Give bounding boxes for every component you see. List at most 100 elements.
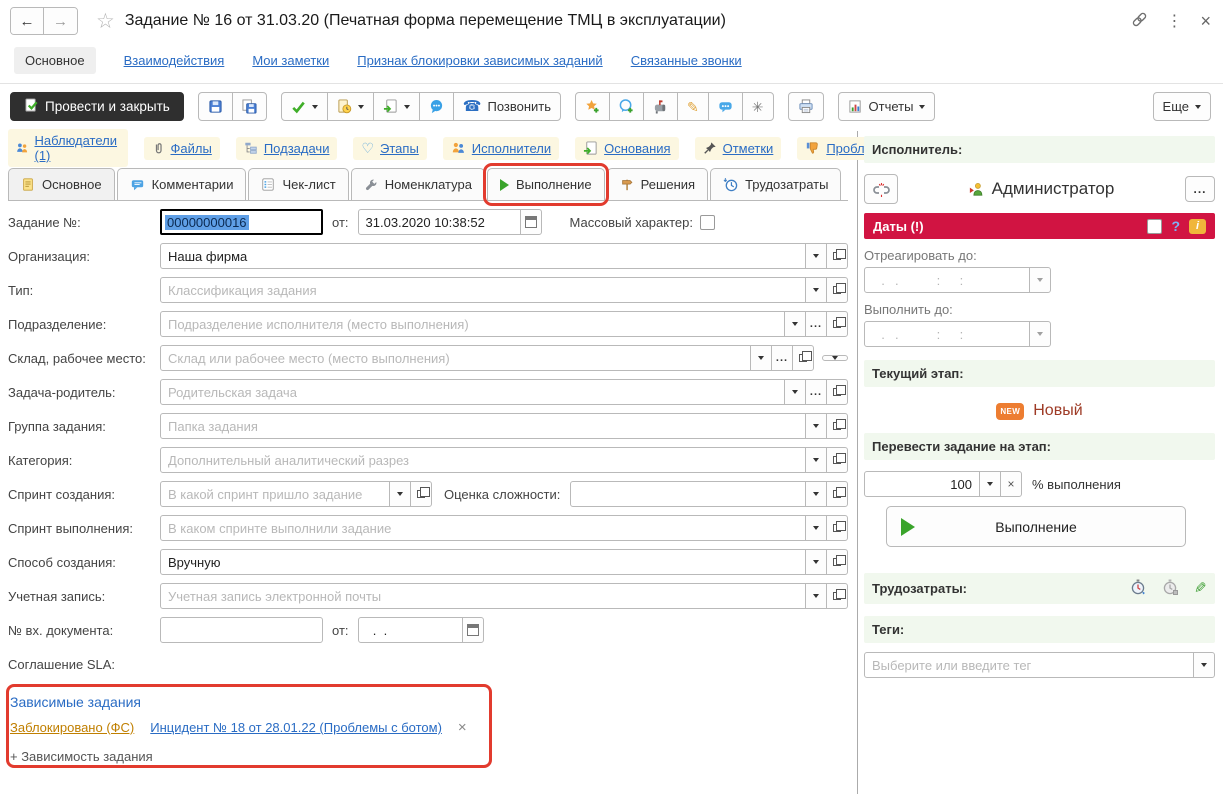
mailbox-icon-button[interactable]	[643, 92, 678, 121]
info-icon[interactable]: i	[1189, 219, 1206, 234]
start-timer-icon[interactable]	[1130, 579, 1146, 598]
task-date-input[interactable]	[358, 209, 521, 235]
parent-task-ellipsis-button[interactable]: ...	[805, 379, 827, 405]
more-actions-button[interactable]: Еще	[1153, 92, 1211, 121]
messages-button[interactable]	[708, 92, 743, 121]
post-and-close-button[interactable]: Провести и закрыть	[10, 92, 184, 121]
incoming-doc-number-input[interactable]	[160, 617, 323, 643]
print-button[interactable]	[788, 92, 824, 121]
mass-character-checkbox[interactable]	[700, 215, 715, 230]
stages-link[interactable]: ♡ Этапы	[353, 137, 426, 160]
warehouse-ellipsis-button[interactable]: ...	[771, 345, 793, 371]
react-until-dropdown-button[interactable]	[1029, 267, 1051, 293]
parent-task-input[interactable]	[160, 379, 785, 405]
complete-until-input[interactable]	[864, 321, 1030, 347]
react-until-input[interactable]	[864, 267, 1030, 293]
tab-checklist[interactable]: Чек-лист	[248, 168, 348, 200]
back-button[interactable]: ←	[11, 8, 44, 34]
department-ellipsis-button[interactable]: ...	[805, 311, 827, 337]
sprint-created-open-button[interactable]	[410, 481, 432, 507]
create-on-basis-dropdown-button[interactable]	[373, 92, 420, 121]
category-input[interactable]	[160, 447, 806, 473]
sprint-done-input[interactable]	[160, 515, 806, 541]
account-dropdown-button[interactable]	[805, 583, 827, 609]
creation-method-open-button[interactable]	[826, 549, 848, 575]
type-input[interactable]	[160, 277, 806, 303]
type-dropdown-button[interactable]	[805, 277, 827, 303]
org-dropdown-button[interactable]	[805, 243, 827, 269]
reports-button[interactable]: Отчеты	[838, 92, 936, 121]
sprint-created-dropdown-button[interactable]	[389, 481, 411, 507]
deadline-dropdown-button[interactable]	[327, 92, 374, 121]
add-favorite-button[interactable]	[575, 92, 610, 121]
account-open-button[interactable]	[826, 583, 848, 609]
nav-tab-my-notes[interactable]: Мои заметки	[252, 53, 329, 68]
watchers-link[interactable]: Наблюдатели (1)	[8, 129, 128, 167]
get-link-icon[interactable]	[1131, 11, 1148, 31]
dates-checkbox[interactable]	[1147, 219, 1162, 234]
execute-button[interactable]: Выполнение	[886, 506, 1186, 547]
task-date-calendar-button[interactable]	[520, 209, 542, 235]
warehouse-extra-dropdown-button[interactable]	[822, 355, 848, 361]
files-link[interactable]: Файлы	[144, 137, 220, 160]
tab-main[interactable]: Основное	[8, 168, 115, 200]
complexity-dropdown-button[interactable]	[805, 481, 827, 507]
forward-button[interactable]: →	[44, 8, 77, 34]
parent-task-dropdown-button[interactable]	[784, 379, 806, 405]
task-group-open-button[interactable]	[826, 413, 848, 439]
category-dropdown-button[interactable]	[805, 447, 827, 473]
task-group-dropdown-button[interactable]	[805, 413, 827, 439]
complexity-input[interactable]	[570, 481, 806, 507]
grounds-link[interactable]: Основания	[575, 137, 679, 160]
department-input[interactable]	[160, 311, 785, 337]
call-button[interactable]: ☎Позвонить	[453, 92, 561, 121]
kebab-menu-icon[interactable]: ⋮	[1166, 11, 1182, 31]
type-open-button[interactable]	[826, 277, 848, 303]
incoming-doc-calendar-button[interactable]	[462, 617, 484, 643]
category-open-button[interactable]	[826, 447, 848, 473]
percent-input[interactable]	[864, 471, 980, 497]
warehouse-open-button[interactable]	[792, 345, 814, 371]
incoming-doc-date-input[interactable]	[358, 617, 463, 643]
complete-until-dropdown-button[interactable]	[1029, 321, 1051, 347]
marker-button[interactable]: ✎	[677, 92, 709, 121]
creation-method-input[interactable]	[160, 549, 806, 575]
favorite-star-icon[interactable]: ☆	[96, 9, 115, 34]
discussion-button[interactable]	[419, 92, 454, 121]
department-dropdown-button[interactable]	[784, 311, 806, 337]
save-button[interactable]	[198, 92, 233, 121]
tags-input[interactable]	[864, 652, 1194, 678]
task-group-input[interactable]	[160, 413, 806, 439]
org-open-button[interactable]	[826, 243, 848, 269]
org-input[interactable]	[160, 243, 806, 269]
unlink-executor-button[interactable]	[864, 174, 898, 204]
complexity-open-button[interactable]	[826, 481, 848, 507]
nav-tab-related-calls[interactable]: Связанные звонки	[631, 53, 742, 68]
task-number-input[interactable]: 00000000016	[160, 209, 323, 235]
tab-comments[interactable]: Комментарии	[117, 168, 247, 200]
nav-tab-interactions[interactable]: Взаимодействия	[124, 53, 225, 68]
nav-tab-block-flag[interactable]: Признак блокировки зависимых заданий	[357, 53, 602, 68]
account-input[interactable]	[160, 583, 806, 609]
executors-link[interactable]: Исполнители	[443, 137, 559, 160]
marks-link[interactable]: Отметки	[695, 137, 782, 160]
nav-tab-main[interactable]: Основное	[14, 47, 96, 74]
department-open-button[interactable]	[826, 311, 848, 337]
warehouse-dropdown-button[interactable]	[750, 345, 772, 371]
sprint-done-open-button[interactable]	[826, 515, 848, 541]
subtasks-link[interactable]: Подзадачи	[236, 137, 338, 160]
percent-dropdown-button[interactable]	[979, 471, 1001, 497]
tab-labor[interactable]: Трудозатраты	[710, 168, 841, 200]
edit-labor-icon[interactable]: ✎	[1194, 581, 1207, 596]
sprint-done-dropdown-button[interactable]	[805, 515, 827, 541]
tags-dropdown-button[interactable]	[1193, 652, 1215, 678]
tab-nomenclature[interactable]: Номенклатура	[351, 168, 485, 200]
help-icon[interactable]: ?	[1171, 218, 1180, 234]
save-copy-button[interactable]	[232, 92, 267, 121]
sprint-created-input[interactable]	[160, 481, 390, 507]
add-comment-button[interactable]	[609, 92, 644, 121]
executor-more-button[interactable]: ...	[1185, 176, 1215, 202]
blocked-status-link[interactable]: Заблокировано (ФС)	[10, 720, 134, 735]
stop-timer-icon[interactable]	[1162, 579, 1178, 598]
tab-execution[interactable]: Выполнение	[487, 168, 605, 200]
